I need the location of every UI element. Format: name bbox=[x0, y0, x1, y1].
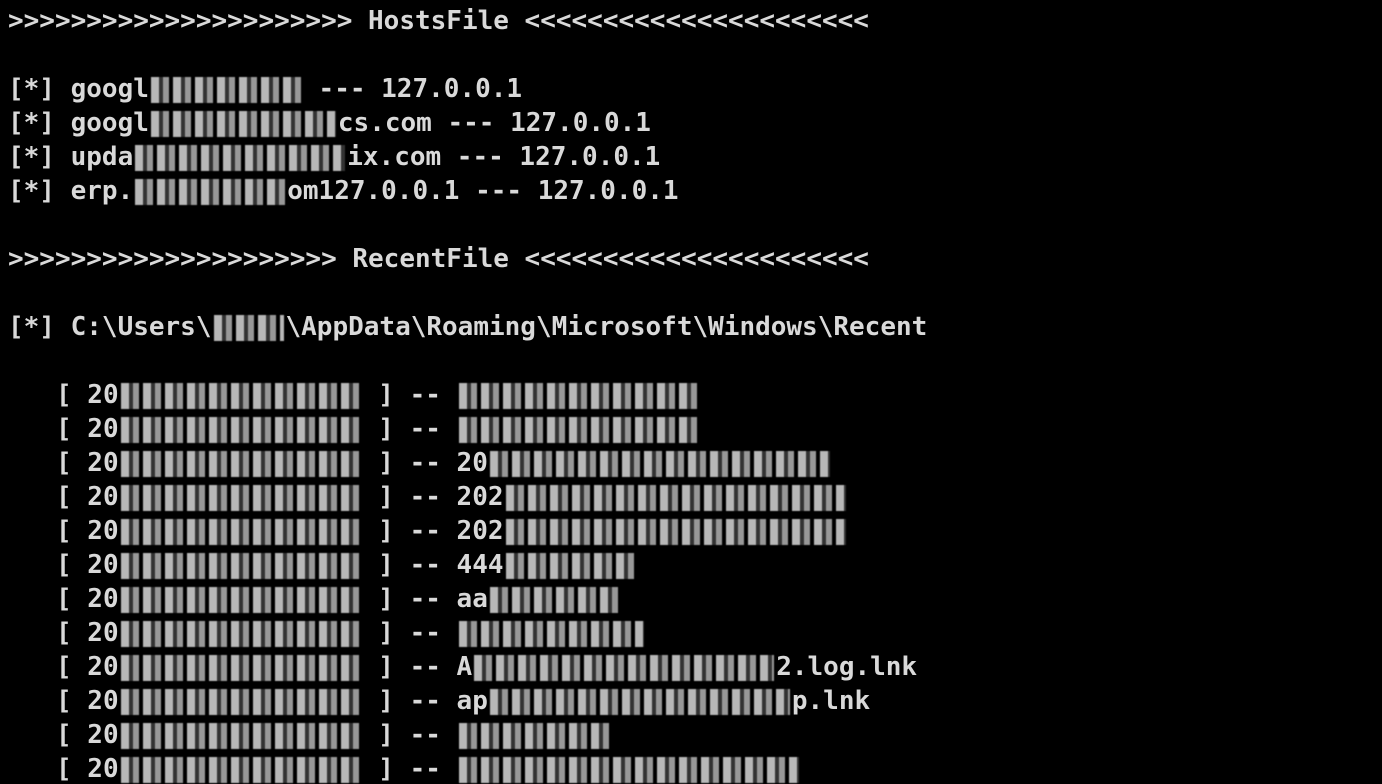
file-name-end: p.lnk bbox=[791, 686, 871, 716]
redacted-text bbox=[489, 450, 830, 477]
redacted-text bbox=[120, 654, 361, 681]
file-name-start: ] -- bbox=[362, 720, 457, 750]
file-name-start: ] -- 444 bbox=[362, 550, 504, 580]
file-name-start: ] -- bbox=[362, 754, 457, 784]
file-date-open: [ 20 bbox=[56, 380, 119, 410]
file-date-open: [ 20 bbox=[56, 618, 119, 648]
recent-header: >>>>>>>>>>>>>>>>>>>>> RecentFile <<<<<<<… bbox=[8, 244, 869, 274]
file-name-end: 2.log.lnk bbox=[776, 652, 918, 682]
file-date-open: [ 20 bbox=[56, 550, 119, 580]
file-date-open: [ 20 bbox=[56, 720, 119, 750]
redacted-text bbox=[120, 484, 361, 511]
redacted-text bbox=[505, 484, 846, 511]
redacted-text bbox=[120, 688, 361, 715]
redacted-text bbox=[458, 756, 799, 783]
redacted-text bbox=[489, 586, 620, 613]
redacted-text bbox=[135, 144, 346, 171]
redacted-text bbox=[120, 620, 361, 647]
redacted-text bbox=[120, 552, 361, 579]
redacted-text bbox=[150, 76, 301, 103]
recent-file-row: [ 20 ] -- bbox=[56, 412, 701, 446]
hosts-entry: [*] googl cs.com --- 127.0.0.1 bbox=[8, 106, 651, 140]
file-name-start: ] -- bbox=[362, 414, 457, 444]
file-date-open: [ 20 bbox=[56, 516, 119, 546]
recent-path-suffix: \AppData\Roaming\Microsoft\Windows\Recen… bbox=[285, 312, 928, 342]
redacted-text bbox=[505, 552, 636, 579]
redacted-text bbox=[120, 722, 361, 749]
file-date-open: [ 20 bbox=[56, 754, 119, 784]
hosts-header: >>>>>>>>>>>>>>>>>>>>>> HostsFile <<<<<<<… bbox=[8, 6, 869, 36]
recent-file-row: [ 20 ] -- bbox=[56, 752, 801, 784]
file-date-open: [ 20 bbox=[56, 686, 119, 716]
file-date-open: [ 20 bbox=[56, 414, 119, 444]
recent-file-row: [ 20 ] -- bbox=[56, 718, 611, 752]
redacted-text bbox=[458, 722, 609, 749]
redacted-text bbox=[458, 382, 699, 409]
recent-file-row: [ 20 ] -- ap p.lnk bbox=[56, 684, 870, 718]
hosts-entry-prefix: [*] googl bbox=[8, 74, 149, 104]
redacted-text bbox=[213, 314, 284, 341]
redacted-text bbox=[489, 688, 790, 715]
file-name-start: ] -- bbox=[362, 380, 457, 410]
hosts-entry: [*] erp. om127.0.0.1 --- 127.0.0.1 bbox=[8, 174, 679, 208]
redacted-text bbox=[505, 518, 846, 545]
hosts-entry: [*] googl --- 127.0.0.1 bbox=[8, 72, 522, 106]
redacted-text bbox=[120, 416, 361, 443]
redacted-text bbox=[120, 518, 361, 545]
hosts-entry-prefix: [*] upda bbox=[8, 142, 134, 172]
recent-file-row: [ 20 ] -- bbox=[56, 378, 701, 412]
hosts-entry-prefix: [*] erp. bbox=[8, 176, 134, 206]
recent-file-row: [ 20 ] -- 20 bbox=[56, 446, 832, 480]
recent-file-row: [ 20 ] -- 202 bbox=[56, 514, 848, 548]
hosts-entry-suffix: om127.0.0.1 --- 127.0.0.1 bbox=[287, 176, 679, 206]
file-name-start: ] -- A bbox=[362, 652, 473, 682]
file-name-start: ] -- 20 bbox=[362, 448, 488, 478]
hosts-entry-suffix: cs.com --- 127.0.0.1 bbox=[337, 108, 651, 138]
hosts-entry-suffix: --- 127.0.0.1 bbox=[302, 74, 523, 104]
hosts-entry-prefix: [*] googl bbox=[8, 108, 149, 138]
file-name-start: ] -- bbox=[362, 618, 457, 648]
recent-file-row: [ 20 ] -- bbox=[56, 616, 646, 650]
recent-path-prefix: [*] C:\Users\ bbox=[8, 312, 212, 342]
recent-file-row: [ 20 ] -- aa bbox=[56, 582, 622, 616]
redacted-text bbox=[458, 620, 644, 647]
redacted-text bbox=[458, 416, 699, 443]
recent-file-row: [ 20 ] -- 202 bbox=[56, 480, 848, 514]
file-date-open: [ 20 bbox=[56, 448, 119, 478]
redacted-text bbox=[120, 586, 361, 613]
redacted-text bbox=[120, 382, 361, 409]
file-date-open: [ 20 bbox=[56, 482, 119, 512]
redacted-text bbox=[135, 178, 286, 205]
terminal-window: >>>>>>>>>>>>>>>>>>>>>> HostsFile <<<<<<<… bbox=[0, 0, 1382, 784]
file-name-start: ] -- 202 bbox=[362, 482, 504, 512]
redacted-text bbox=[474, 654, 775, 681]
redacted-text bbox=[120, 756, 361, 783]
file-name-start: ] -- ap bbox=[362, 686, 488, 716]
file-date-open: [ 20 bbox=[56, 584, 119, 614]
file-date-open: [ 20 bbox=[56, 652, 119, 682]
redacted-text bbox=[150, 110, 336, 137]
redacted-text bbox=[120, 450, 361, 477]
file-name-start: ] -- 202 bbox=[362, 516, 504, 546]
file-name-start: ] -- aa bbox=[362, 584, 488, 614]
recent-path: [*] C:\Users\ \AppData\Roaming\Microsoft\… bbox=[8, 310, 927, 344]
hosts-entry: [*] upda ix.com --- 127.0.0.1 bbox=[8, 140, 660, 174]
recent-file-row: [ 20 ] -- 444 bbox=[56, 548, 638, 582]
hosts-entry-suffix: ix.com --- 127.0.0.1 bbox=[347, 142, 661, 172]
recent-file-row: [ 20 ] -- A 2.log.lnk bbox=[56, 650, 917, 684]
